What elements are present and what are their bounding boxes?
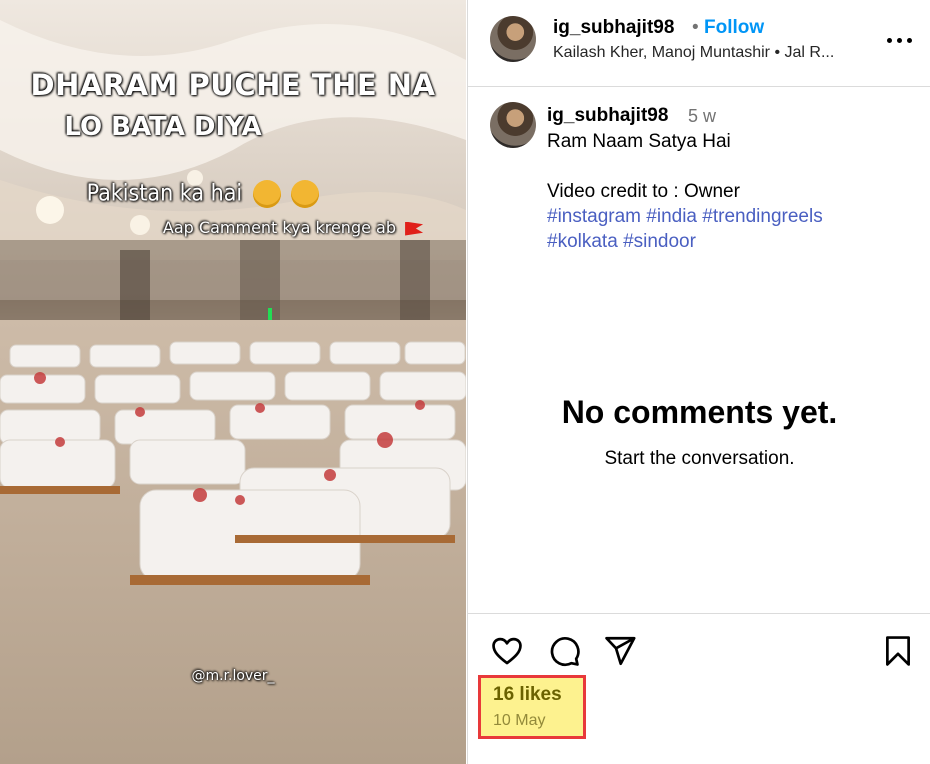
caption-text-line1: Ram Naam Satya Hai: [547, 131, 731, 152]
caption-text-line2: Video credit to : Owner: [547, 181, 740, 202]
video-watermark: @m.r.lover_: [0, 668, 466, 684]
post-side-panel: ig_subhajit98 • Follow Kailash Kher, Man…: [467, 0, 930, 764]
no-comments-title: No comments yet.: [561, 394, 838, 430]
avatar[interactable]: [490, 16, 536, 62]
hashtag-link[interactable]: #instagram: [547, 206, 641, 227]
no-comments-subtitle: Start the conversation.: [604, 448, 795, 469]
comment-icon[interactable]: [547, 634, 581, 668]
post-actions-bar: 16 likes 10 May: [468, 613, 930, 764]
more-options-icon[interactable]: [886, 28, 914, 52]
overlay-text-line4: Aap Camment kya krenge ab: [60, 218, 466, 237]
bookmark-icon[interactable]: [881, 634, 915, 668]
post-header: ig_subhajit98 • Follow Kailash Kher, Man…: [468, 0, 930, 87]
likes-highlight: 16 likes 10 May: [478, 675, 586, 739]
raised-eyebrow-emoji-icon: [252, 180, 281, 208]
overlay-text-line4-label: Aap Camment kya krenge ab: [162, 218, 396, 237]
overlay-text-line2: LO BATA DIYA: [64, 112, 262, 142]
hashtag-link[interactable]: #kolkata: [547, 231, 618, 252]
overlay-text-line3: Pakistan ka hai: [0, 180, 436, 208]
hashtag-link[interactable]: #india: [646, 206, 697, 227]
caption-timestamp[interactable]: 5 w: [688, 106, 716, 127]
hashtag-link[interactable]: #sindoor: [623, 231, 696, 252]
header-username[interactable]: ig_subhajit98: [553, 17, 674, 39]
likes-count[interactable]: 16 likes: [493, 684, 562, 706]
caption-hashtags-line2: #kolkata #sindoor: [547, 231, 696, 253]
flag-icon: [405, 221, 424, 236]
overlay-text-line3-label: Pakistan ka hai: [86, 180, 243, 207]
overlay-text-line1: DHARAM PUCHE THE NA: [30, 68, 436, 102]
header-separator: •: [692, 17, 699, 38]
shushing-face-emoji-icon: [291, 180, 320, 208]
video-watermark-label: @m.r.lover_: [191, 668, 275, 684]
post-date[interactable]: 10 May: [493, 712, 545, 730]
caption-avatar[interactable]: [490, 102, 536, 148]
caption-hashtags-line1: #instagram #india #trendingreels: [547, 206, 823, 228]
post-video[interactable]: DHARAM PUCHE THE NA LO BATA DIYA Pakista…: [0, 0, 466, 764]
heart-icon[interactable]: [490, 634, 524, 668]
hashtag-link[interactable]: #trendingreels: [702, 206, 822, 227]
follow-button[interactable]: Follow: [704, 17, 764, 39]
caption-username[interactable]: ig_subhajit98: [547, 105, 668, 127]
audio-attribution[interactable]: Kailash Kher, Manoj Muntashir • Jal R...: [553, 44, 873, 62]
paper-plane-icon[interactable]: [603, 634, 637, 668]
